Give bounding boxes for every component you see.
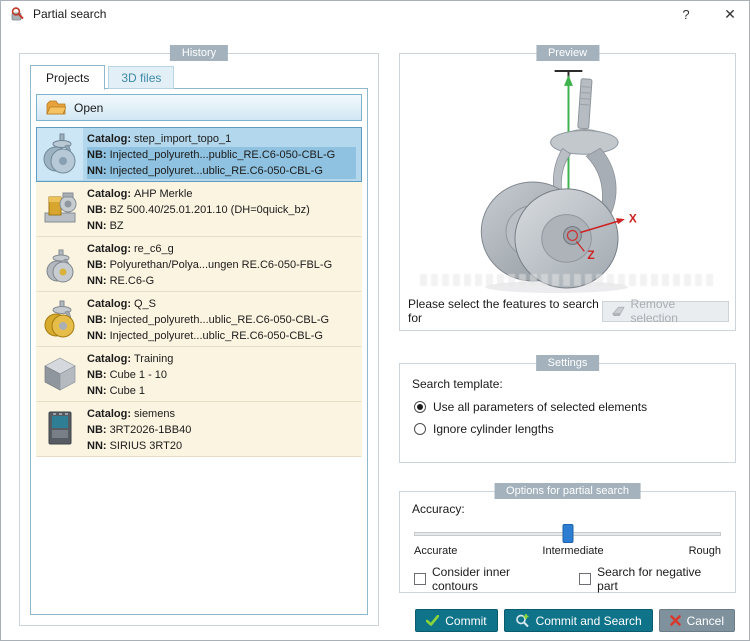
cancel-label: Cancel: [687, 614, 724, 628]
caster-small-icon: [40, 242, 80, 286]
tick-intermediate: Intermediate: [542, 545, 603, 557]
preview-hint-text: Please select the features to search for: [408, 297, 602, 325]
list-item[interactable]: Catalog:siemens NB:3RT2026-1BB40 NN:SIRI…: [36, 402, 362, 457]
part-thumbnail: [37, 348, 83, 400]
nb-line: NB:BZ 500.40/25.01.201.10 (DH=0quick_bz): [87, 202, 356, 218]
app-icon: [10, 6, 26, 22]
checkbox-consider-inner-contours[interactable]: Consider inner contours: [414, 565, 555, 593]
eraser-icon: [612, 305, 626, 317]
nn-line: NN:Cube 1: [87, 383, 356, 399]
part-thumbnail: [37, 128, 83, 180]
cube-icon: [40, 352, 80, 396]
dialog-footer: Commit Commit and Search Cancel: [415, 609, 735, 632]
checkbox-icon[interactable]: [579, 573, 591, 585]
folder-open-icon: [46, 100, 66, 116]
nn-line: NN:SIRIUS 3RT20: [87, 438, 356, 454]
commit-and-search-button[interactable]: Commit and Search: [504, 609, 653, 632]
projects-tab-panel: Open: [30, 88, 368, 615]
history-list: Catalog:step_import_topo_1 NB:Injected_p…: [36, 127, 362, 457]
search-template-label: Search template:: [412, 377, 723, 391]
preview-3d-viewport[interactable]: X Z: [406, 62, 729, 296]
part-thumbnail: [37, 403, 83, 455]
title-bar: Partial search ? ✕: [1, 1, 749, 27]
nn-line: NN:Injected_polyuret...ublic_RE.C6-050-C…: [87, 163, 356, 179]
accuracy-slider[interactable]: [414, 522, 721, 544]
catalog-line: Catalog:siemens: [87, 406, 356, 422]
cancel-button[interactable]: Cancel: [659, 609, 735, 632]
catalog-line: Catalog:re_c6_g: [87, 241, 356, 257]
history-groupbox: History Projects 3D files Open: [19, 53, 379, 626]
nn-line: NN:RE.C6-G: [87, 273, 356, 289]
radio-button-icon[interactable]: [414, 401, 426, 413]
part-thumbnail: [37, 183, 83, 235]
list-item[interactable]: Catalog:step_import_topo_1 NB:Injected_p…: [36, 127, 362, 182]
search-plus-icon: [515, 613, 530, 628]
nn-line: NN:BZ: [87, 218, 356, 234]
commit-and-search-label: Commit and Search: [536, 614, 642, 628]
tick-accurate: Accurate: [414, 545, 457, 557]
catalog-line: Catalog:AHP Merkle: [87, 186, 356, 202]
tick-rough: Rough: [689, 545, 721, 557]
catalog-line: Catalog:step_import_topo_1: [87, 131, 356, 147]
part-thumbnail: [37, 238, 83, 290]
commit-label: Commit: [445, 614, 486, 628]
help-button[interactable]: ?: [676, 4, 696, 24]
radio-label: Ignore cylinder lengths: [433, 422, 554, 436]
nb-line: NB:Injected_polyureth...public_RE.C6-050…: [87, 147, 356, 163]
checkbox-search-negative-part[interactable]: Search for negative part: [579, 565, 721, 593]
caster-blue-icon: [40, 132, 80, 176]
checkbox-label: Search for negative part: [597, 565, 721, 593]
settings-groupbox: Settings Search template: Use all parame…: [399, 363, 736, 463]
radio-use-all-parameters[interactable]: Use all parameters of selected elements: [414, 400, 723, 414]
nb-line: NB:Injected_polyureth...ublic_RE.C6-050-…: [87, 312, 356, 328]
catalog-line: Catalog:Q_S: [87, 296, 356, 312]
nn-line: NN:Injected_polyuret...ublic_RE.C6-050-C…: [87, 328, 356, 344]
axis-z-label: Z: [587, 248, 594, 262]
history-tabbar: Projects 3D files: [30, 65, 174, 89]
catalog-line: Catalog:Training: [87, 351, 356, 367]
list-item[interactable]: Catalog:AHP Merkle NB:BZ 500.40/25.01.20…: [36, 182, 362, 237]
accuracy-label: Accuracy:: [412, 502, 723, 516]
history-group-label: History: [170, 45, 228, 61]
preview-group-label: Preview: [536, 45, 599, 61]
check-icon: [426, 615, 439, 626]
caster-3d-render: X Z: [406, 62, 729, 296]
clamp-icon: [40, 187, 80, 231]
commit-button[interactable]: Commit: [415, 609, 497, 632]
slider-tick-labels: Accurate Intermediate Rough: [414, 545, 721, 557]
radio-ignore-cylinder-lengths[interactable]: Ignore cylinder lengths: [414, 422, 723, 436]
axis-x-label: X: [629, 212, 637, 226]
slider-handle[interactable]: [562, 524, 573, 543]
radio-button-icon[interactable]: [414, 423, 426, 435]
open-button[interactable]: Open: [36, 94, 362, 121]
options-group-label: Options for partial search: [494, 483, 641, 499]
nb-line: NB:3RT2026-1BB40: [87, 422, 356, 438]
preview-watermark: [420, 274, 715, 286]
partial-search-options-groupbox: Options for partial search Accuracy: Acc…: [399, 491, 736, 593]
list-item[interactable]: Catalog:re_c6_g NB:Polyurethan/Polya...u…: [36, 237, 362, 292]
partial-search-dialog: Partial search ? ✕ History Projects 3D f…: [0, 0, 750, 641]
close-button[interactable]: ✕: [720, 4, 740, 24]
part-thumbnail: [37, 293, 83, 345]
remove-selection-button[interactable]: Remove selection: [602, 301, 729, 322]
checkbox-icon[interactable]: [414, 573, 426, 585]
remove-selection-label: Remove selection: [631, 297, 719, 325]
radio-label: Use all parameters of selected elements: [433, 400, 647, 414]
contactor-icon: [40, 407, 80, 451]
caster-yellow-icon: [40, 297, 80, 341]
preview-groupbox: Preview: [399, 53, 736, 331]
tab-3d-files[interactable]: 3D files: [108, 66, 174, 89]
nb-line: NB:Cube 1 - 10: [87, 367, 356, 383]
cancel-x-icon: [670, 615, 681, 626]
list-item[interactable]: Catalog:Training NB:Cube 1 - 10 NN:Cube …: [36, 347, 362, 402]
checkbox-label: Consider inner contours: [432, 565, 555, 593]
list-item[interactable]: Catalog:Q_S NB:Injected_polyureth...ubli…: [36, 292, 362, 347]
window-title: Partial search: [33, 7, 106, 21]
nb-line: NB:Polyurethan/Polya...ungen RE.C6-050-F…: [87, 257, 356, 273]
tab-projects[interactable]: Projects: [30, 65, 105, 90]
settings-group-label: Settings: [536, 355, 600, 371]
open-button-label: Open: [74, 101, 103, 115]
